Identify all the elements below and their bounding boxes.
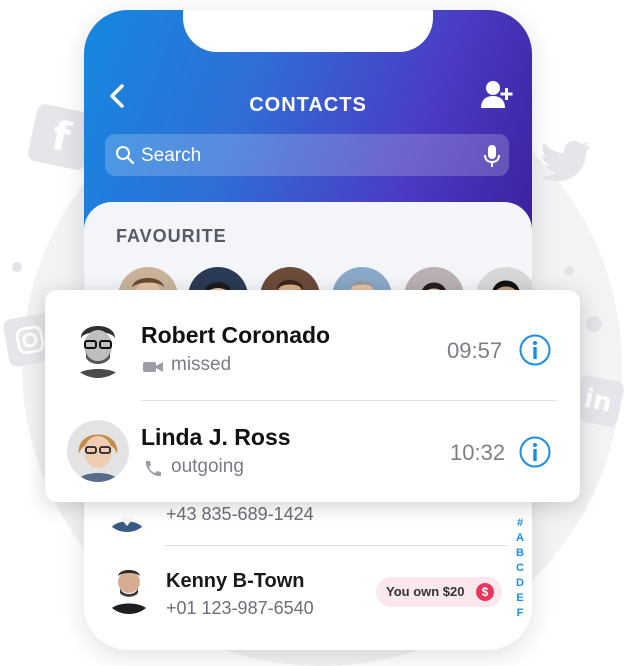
alphabet-letter[interactable]: A xyxy=(514,531,526,546)
badge-text: You own $20 xyxy=(386,584,465,599)
search-icon xyxy=(116,146,135,165)
dollar-icon: $ xyxy=(476,583,494,601)
alphabet-letter[interactable]: D xyxy=(514,576,526,591)
alphabet-letter[interactable]: # xyxy=(514,516,526,531)
debt-badge[interactable]: You own $20 $ xyxy=(376,577,502,607)
add-contact-icon[interactable] xyxy=(480,80,514,110)
favourite-label: FAVOURITE xyxy=(116,226,227,246)
contact-name: Robert Coronado xyxy=(141,322,331,348)
decor-dot xyxy=(12,262,22,272)
alphabet-letter[interactable]: E xyxy=(514,591,526,606)
avatar xyxy=(67,420,129,482)
page-title: CONTACTS xyxy=(249,94,367,116)
microphone-icon[interactable] xyxy=(483,144,501,168)
video-icon xyxy=(143,362,163,372)
avatar xyxy=(102,560,156,614)
search-bar[interactable]: Search xyxy=(105,134,509,176)
recent-calls-card: Robert Coronado missed 09:57 Linda J. Ro… xyxy=(45,290,580,502)
contact-name: Linda J. Ross xyxy=(141,424,291,450)
contact-name: Kenny B-Town xyxy=(166,570,305,592)
alphabet-letter[interactable]: B xyxy=(514,546,526,561)
phone-notch xyxy=(183,10,433,52)
info-icon[interactable] xyxy=(519,334,551,366)
decor-dot xyxy=(564,266,574,276)
search-placeholder: Search xyxy=(141,145,202,166)
call-time: 10:32 xyxy=(450,440,506,465)
avatar xyxy=(67,316,129,378)
contact-phone: +43 835-689-1424 xyxy=(166,504,314,524)
alphabet-letter[interactable]: F xyxy=(514,606,526,621)
phone-icon xyxy=(145,461,161,477)
divider xyxy=(164,545,508,546)
alphabet-index[interactable]: # A B C D E F xyxy=(514,516,526,621)
divider xyxy=(141,400,557,401)
twitter-icon xyxy=(540,134,594,188)
call-status: missed xyxy=(171,354,232,375)
info-icon[interactable] xyxy=(519,436,551,468)
decor-dot xyxy=(586,316,602,332)
call-time: 09:57 xyxy=(447,338,503,363)
alphabet-letter[interactable]: C xyxy=(514,561,526,576)
call-status: outgoing xyxy=(171,456,244,477)
contact-phone: +01 123-987-6540 xyxy=(166,598,314,618)
